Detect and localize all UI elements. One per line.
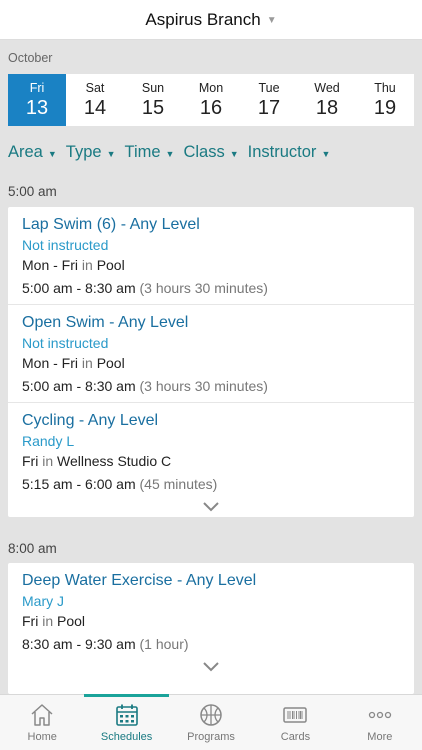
class-location: Mon - Fri in Pool: [22, 257, 125, 273]
day-date: 14: [83, 96, 107, 119]
more-dots-icon: [368, 711, 391, 719]
day-date: 17: [257, 96, 281, 119]
tab-home[interactable]: Home: [0, 695, 84, 750]
day-thu-19[interactable]: Thu 19: [356, 74, 414, 126]
day-name: Mon: [198, 80, 224, 95]
day-name: Fri: [29, 80, 45, 95]
filter-class-dropdown[interactable]: Class ▼: [183, 143, 238, 162]
tab-label: Schedules: [100, 731, 153, 743]
tab-label: More: [367, 731, 393, 743]
filter-label: Instructor: [247, 143, 317, 161]
class-name: Cycling - Any Level: [22, 412, 159, 429]
time-section-label: 8:00 am: [8, 541, 57, 556]
class-name: Open Swim - Any Level: [22, 314, 189, 331]
day-date: 16: [199, 96, 223, 119]
branch-selector[interactable]: Aspirus Branch ▼: [0, 0, 422, 40]
tab-schedules[interactable]: Schedules: [84, 694, 170, 750]
class-instructor: Not instructed: [22, 335, 109, 351]
class-instructor: Not instructed: [22, 237, 109, 253]
tab-label: Programs: [187, 731, 235, 743]
tab-more[interactable]: More: [338, 695, 422, 750]
caret-down-icon: ▼: [266, 15, 277, 26]
class-group-card: Deep Water Exercise - Any Level Mary J F…: [8, 563, 414, 694]
class-time: 8:30 am - 9:30 am (1 hour): [22, 636, 189, 652]
class-list-item[interactable]: Lap Swim (6) - Any Level Not instructed …: [8, 207, 414, 305]
caret-down-icon: ▼: [106, 148, 116, 159]
day-date: 13: [25, 96, 49, 119]
day-date: 19: [373, 96, 397, 119]
bottom-tab-bar: Home Schedules Programs Cards More: [0, 694, 422, 750]
day-name: Thu: [374, 80, 396, 95]
day-wed-18[interactable]: Wed 18: [298, 74, 356, 126]
calendar-icon: [115, 704, 138, 726]
class-name: Lap Swim (6) - Any Level: [22, 216, 200, 233]
filter-area-dropdown[interactable]: Area ▼: [8, 143, 57, 162]
caret-down-icon: ▼: [165, 148, 175, 159]
caret-down-icon: ▼: [321, 148, 331, 159]
expand-chevron-down-icon[interactable]: [8, 497, 414, 517]
tab-label: Cards: [280, 731, 311, 743]
filter-instructor-dropdown[interactable]: Instructor ▼: [248, 143, 331, 162]
class-time: 5:00 am - 8:30 am (3 hours 30 minutes): [22, 280, 268, 296]
day-tue-17[interactable]: Tue 17: [240, 74, 298, 126]
week-day-strip: Fri 13 Sat 14 Sun 15 Mon 16 Tue 17 Wed 1…: [8, 74, 414, 126]
day-sun-15[interactable]: Sun 15: [124, 74, 182, 126]
home-icon: [31, 704, 53, 726]
class-time: 5:15 am - 6:00 am (45 minutes): [22, 476, 218, 492]
class-time: 5:00 am - 8:30 am (3 hours 30 minutes): [22, 378, 268, 394]
caret-down-icon: ▼: [229, 148, 239, 159]
filter-label: Class: [183, 143, 225, 161]
time-section-label: 5:00 am: [8, 184, 57, 199]
day-fri-13[interactable]: Fri 13: [8, 74, 66, 126]
filter-bar: Area ▼ Type ▼ Time ▼ Class ▼ Instructor ▼: [8, 143, 330, 162]
day-sat-14[interactable]: Sat 14: [66, 74, 124, 126]
tab-programs[interactable]: Programs: [169, 695, 253, 750]
barcode-card-icon: [283, 707, 308, 723]
filter-time-dropdown[interactable]: Time ▼: [124, 143, 174, 162]
expand-chevron-down-icon[interactable]: [8, 657, 414, 677]
class-instructor: Randy L: [22, 433, 75, 449]
day-date: 15: [141, 96, 165, 119]
tab-label: Home: [27, 731, 57, 743]
filter-label: Area: [8, 143, 43, 161]
day-name: Wed: [314, 80, 340, 95]
caret-down-icon: ▼: [47, 148, 57, 159]
class-list-item[interactable]: Deep Water Exercise - Any Level Mary J F…: [8, 563, 414, 657]
class-group-card: Lap Swim (6) - Any Level Not instructed …: [8, 207, 414, 517]
day-date: 18: [315, 96, 339, 119]
class-location: Mon - Fri in Pool: [22, 355, 125, 371]
branch-title: Aspirus Branch: [145, 9, 261, 29]
class-location: Fri in Wellness Studio C: [22, 453, 172, 469]
filter-label: Type: [65, 143, 102, 161]
day-name: Tue: [258, 80, 280, 95]
class-list-item[interactable]: Cycling - Any Level Randy L Fri in Welln…: [8, 403, 414, 497]
tab-cards[interactable]: Cards: [253, 695, 337, 750]
class-list-item[interactable]: Open Swim - Any Level Not instructed Mon…: [8, 305, 414, 403]
filter-label: Time: [124, 143, 161, 161]
filter-type-dropdown[interactable]: Type ▼: [66, 143, 116, 162]
day-mon-16[interactable]: Mon 16: [182, 74, 240, 126]
class-instructor: Mary J: [22, 593, 64, 609]
class-name: Deep Water Exercise - Any Level: [22, 572, 257, 589]
basketball-icon: [200, 704, 222, 726]
day-name: Sun: [141, 80, 165, 95]
month-label: October: [8, 51, 53, 65]
day-name: Sat: [85, 80, 105, 95]
class-location: Fri in Pool: [22, 613, 86, 629]
